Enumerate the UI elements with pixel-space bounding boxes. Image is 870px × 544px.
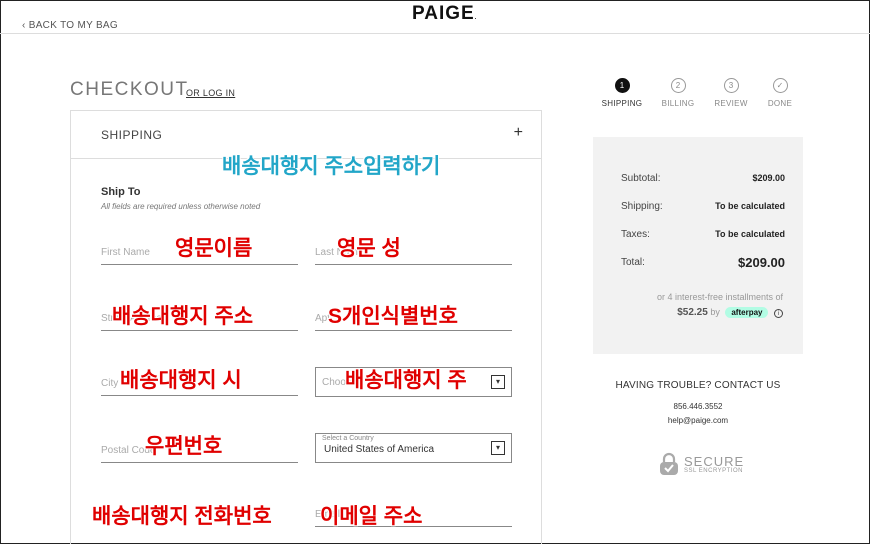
step-billing: 2 BILLING [648, 78, 708, 108]
secure-subtitle: SSL ENCRYPTION [684, 468, 744, 474]
help-phone[interactable]: 856.446.3552 [593, 402, 803, 411]
lock-icon [660, 452, 678, 475]
annotation-first-name: 영문이름 [175, 237, 253, 260]
step-label: SHIPPING [601, 99, 643, 108]
expand-plus-icon[interactable]: + [514, 124, 523, 142]
logo-mark: . [474, 15, 478, 21]
ship-to-heading: Ship To [101, 186, 141, 198]
installment-text: or 4 interest-free installments of [656, 292, 783, 302]
annotation-last-name: 영문 성 [337, 237, 401, 260]
checkout-steps: 1 SHIPPING 2 BILLING 3 REVIEW ✓ DONE [596, 78, 806, 118]
shipping-label: Shipping: [621, 201, 663, 212]
subtotal-row: Subtotal: $209.00 [621, 173, 785, 187]
top-bar: ‹ BACK TO MY BAG PAIGE. [0, 0, 870, 34]
city-placeholder: City [101, 378, 119, 389]
annotation-street: 배송대행지 주소 [112, 305, 254, 328]
country-select-label: Select a Country [322, 435, 374, 442]
installment-amount: $52.25 [677, 307, 708, 318]
checkmark-icon: ✓ [772, 78, 788, 93]
step-number: 3 [723, 78, 739, 93]
total-row: Total: $209.00 [621, 255, 785, 271]
country-select-value: United States of America [324, 444, 435, 455]
annotation-email: 이메일 주소 [320, 505, 423, 528]
back-to-bag-link[interactable]: ‹ BACK TO MY BAG [22, 20, 118, 31]
annotation-phone: 배송대행지 전화번호 [92, 505, 272, 528]
annotation-state: 배송대행지 주 [345, 369, 467, 392]
total-value: $209.00 [738, 255, 785, 270]
annotation-city: 배송대행지 시 [120, 369, 242, 392]
taxes-label: Taxes: [621, 229, 650, 240]
afterpay-badge[interactable]: afterpay [725, 307, 769, 318]
chevron-down-icon: ▾ [491, 441, 505, 455]
shipping-row: Shipping: To be calculated [621, 201, 785, 215]
info-icon[interactable]: i [774, 309, 783, 318]
paige-logo[interactable]: PAIGE. [412, 3, 477, 25]
shipping-heading: SHIPPING [101, 128, 163, 142]
required-fields-note: All fields are required unless otherwise… [101, 202, 261, 211]
step-label: DONE [767, 99, 793, 108]
taxes-value: To be calculated [715, 229, 785, 239]
step-number: 2 [670, 78, 686, 93]
chevron-down-icon: ▾ [491, 375, 505, 389]
step-number: 1 [614, 78, 630, 93]
taxes-row: Taxes: To be calculated [621, 229, 785, 243]
country-select[interactable]: Select a Country United States of Americ… [315, 433, 512, 463]
subtotal-label: Subtotal: [621, 173, 661, 184]
login-link[interactable]: OR LOG IN [186, 88, 235, 98]
subtotal-value: $209.00 [752, 173, 785, 183]
secure-title: SECURE [684, 454, 745, 469]
annotation-postal: 우편번호 [145, 435, 223, 458]
back-to-bag-label: BACK TO MY BAG [28, 20, 118, 31]
step-shipping: 1 SHIPPING [592, 78, 652, 108]
step-label: BILLING [661, 99, 695, 108]
annotation-apt: S개인식별번호 [328, 305, 458, 328]
order-summary: Subtotal: $209.00 Shipping: To be calcul… [593, 137, 803, 354]
logo-text: PAIGE [412, 3, 475, 24]
first-name-placeholder: First Name [101, 247, 150, 258]
total-label: Total: [621, 257, 645, 268]
annotation-address-entry: 배송대행지 주소입력하기 [222, 155, 441, 178]
help-heading: HAVING TROUBLE? CONTACT US [615, 380, 781, 391]
help-email[interactable]: help@paige.com [593, 416, 803, 425]
secure-badge: SECURE SSL ENCRYPTION [658, 452, 758, 482]
installment-line: $52.25 by afterpay i [593, 307, 803, 318]
step-done: ✓ DONE [750, 78, 810, 108]
page-title: CHECKOUT [70, 79, 189, 100]
installment-by: by [710, 307, 720, 317]
shipping-value: To be calculated [715, 201, 785, 211]
chevron-left-icon: ‹ [22, 20, 26, 31]
